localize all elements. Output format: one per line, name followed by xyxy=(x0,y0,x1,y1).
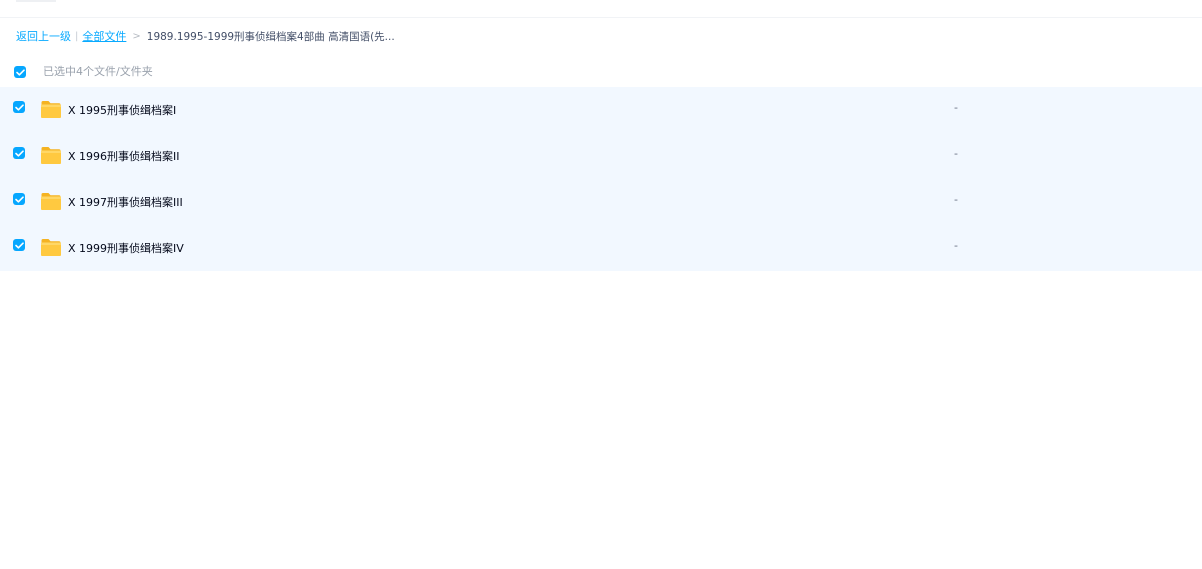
file-name[interactable]: X 1997刑事侦缉档案III xyxy=(68,194,183,210)
all-files-link[interactable]: 全部文件 xyxy=(82,28,126,44)
check-icon xyxy=(14,103,24,111)
row-checkbox[interactable] xyxy=(13,239,25,251)
file-browser: 返回上一级 | 全部文件 > 1989.1995-1999刑事侦缉档案4部曲 高… xyxy=(0,0,1202,569)
file-size: - xyxy=(954,193,958,206)
breadcrumb: 返回上一级 | 全部文件 > 1989.1995-1999刑事侦缉档案4部曲 高… xyxy=(16,28,395,44)
breadcrumb-arrow-icon: > xyxy=(132,30,141,42)
breadcrumb-current: 1989.1995-1999刑事侦缉档案4部曲 高清国语(先... xyxy=(146,30,395,43)
folder-icon xyxy=(41,193,61,210)
file-size: - xyxy=(954,239,958,252)
file-size: - xyxy=(954,101,958,114)
file-size: - xyxy=(954,147,958,160)
file-name[interactable]: X 1996刑事侦缉档案II xyxy=(68,148,180,164)
check-icon xyxy=(14,149,24,157)
file-name[interactable]: X 1999刑事侦缉档案IV xyxy=(68,240,184,256)
folder-icon xyxy=(41,239,61,256)
breadcrumb-divider: | xyxy=(75,30,79,42)
folder-icon xyxy=(41,147,61,164)
row-checkbox[interactable] xyxy=(13,147,25,159)
file-row[interactable]: X 1997刑事侦缉档案III - xyxy=(0,179,1202,225)
selection-summary: 已选中4个文件/文件夹 xyxy=(43,65,153,78)
row-checkbox[interactable] xyxy=(13,193,25,205)
file-row[interactable]: X 1996刑事侦缉档案II - xyxy=(0,133,1202,179)
select-all-checkbox[interactable] xyxy=(14,66,26,78)
folder-icon xyxy=(41,101,61,118)
toolbar-tab-edge xyxy=(16,0,56,2)
file-list: X 1995刑事侦缉档案Ⅰ - X 1996刑事侦缉档案II - X 1997刑… xyxy=(0,87,1202,271)
check-icon xyxy=(14,241,24,249)
file-row[interactable]: X 1999刑事侦缉档案IV - xyxy=(0,225,1202,271)
file-row[interactable]: X 1995刑事侦缉档案Ⅰ - xyxy=(0,87,1202,133)
check-icon xyxy=(14,195,24,203)
back-link[interactable]: 返回上一级 xyxy=(16,28,71,44)
check-icon xyxy=(15,68,25,76)
row-checkbox[interactable] xyxy=(13,101,25,113)
top-toolbar-edge xyxy=(0,0,1202,18)
file-name[interactable]: X 1995刑事侦缉档案Ⅰ xyxy=(68,102,176,118)
